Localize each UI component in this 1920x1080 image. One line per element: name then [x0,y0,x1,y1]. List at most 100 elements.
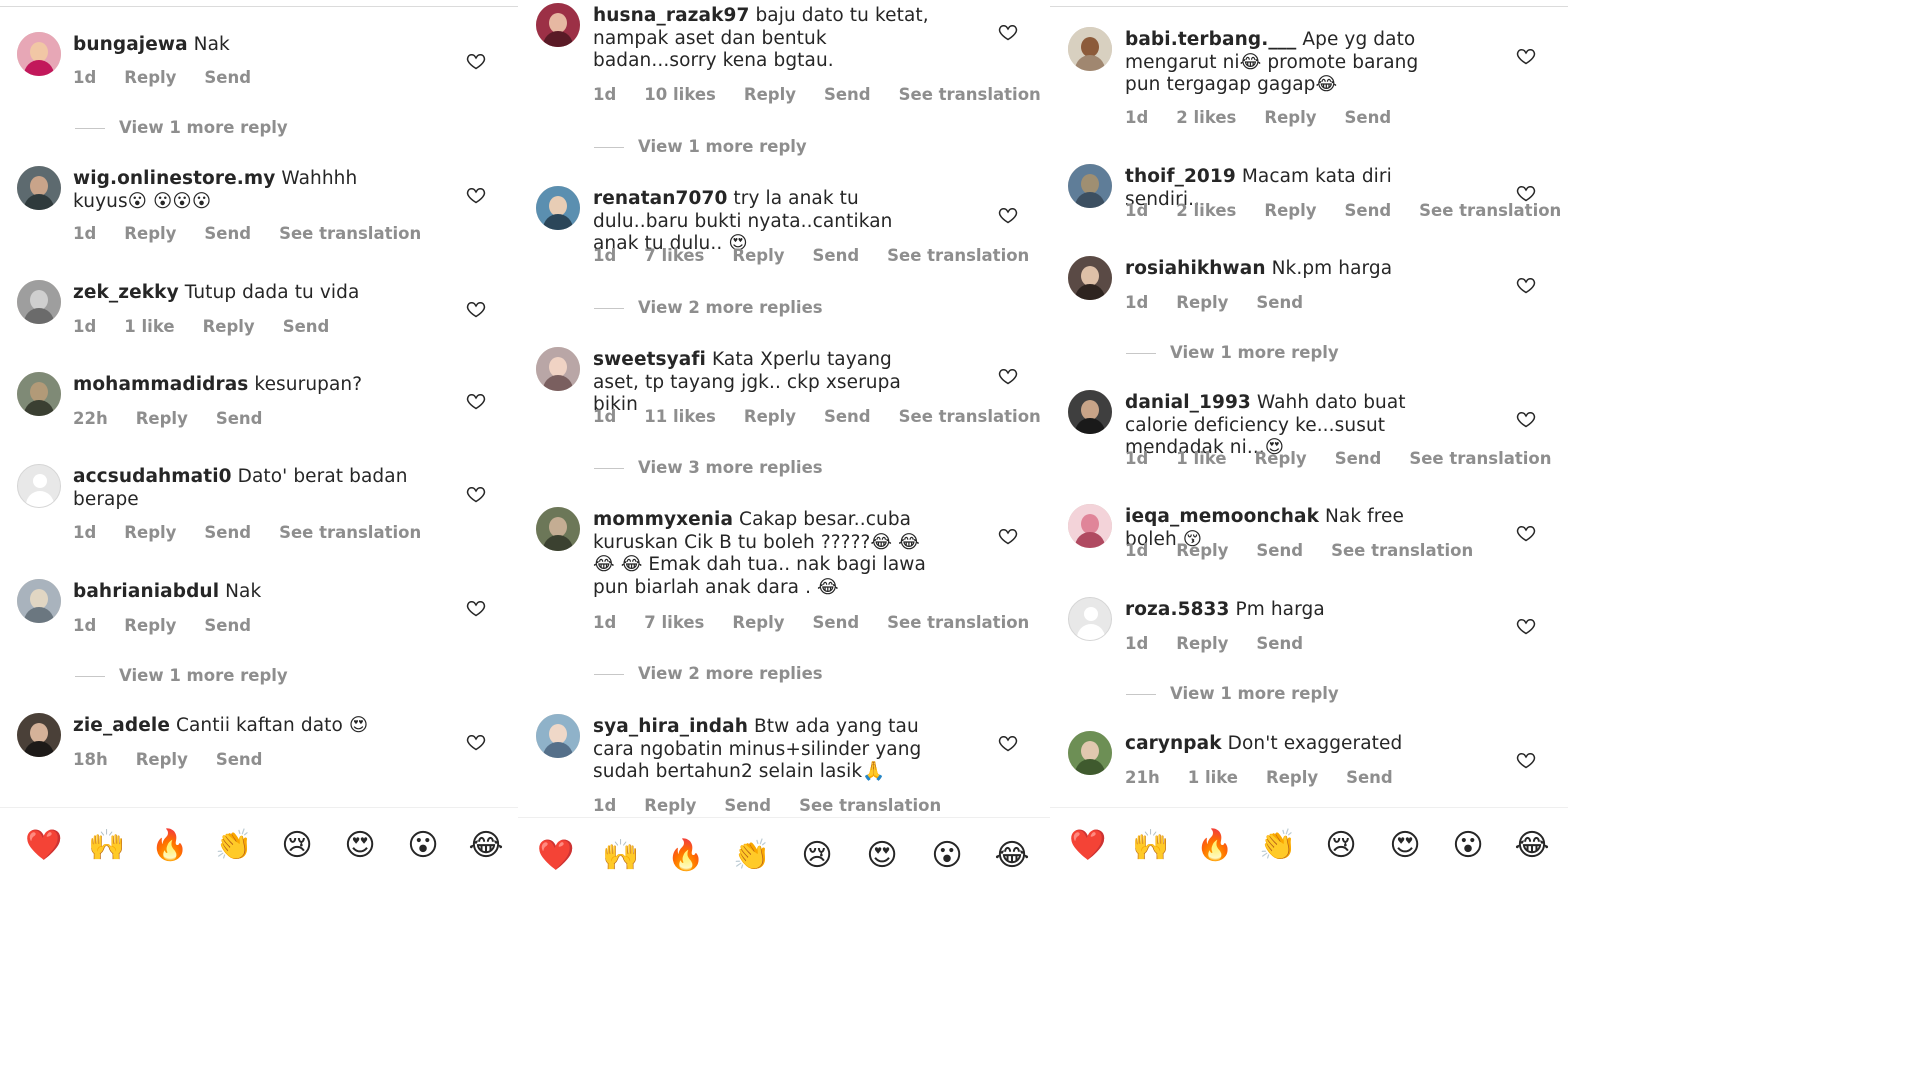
see-translation-button[interactable]: See translation [279,523,421,542]
avatar[interactable] [17,166,61,210]
like-heart-icon[interactable] [1516,275,1536,295]
see-translation-button[interactable]: See translation [1419,201,1561,220]
raised-hands-emoji[interactable]: 🙌 [87,828,127,864]
see-translation-button[interactable]: See translation [887,613,1029,632]
fire-emoji[interactable]: 🔥 [1195,828,1235,864]
like-heart-icon[interactable] [998,22,1018,42]
reply-button[interactable]: Reply [744,407,796,426]
comment-username[interactable]: mommyxenia [593,509,733,530]
reply-button[interactable]: Reply [1264,108,1316,127]
like-heart-icon[interactable] [466,732,486,752]
send-button[interactable]: Send [824,407,871,426]
comment-username[interactable]: bahrianiabdul [73,581,219,602]
comment-username[interactable]: bungajewa [73,34,188,55]
send-button[interactable]: Send [724,796,771,815]
like-heart-icon[interactable] [466,391,486,411]
comment-username[interactable]: zie_adele [73,715,170,736]
raised-hands-emoji[interactable]: 🙌 [601,838,641,874]
view-more-replies-button[interactable]: View 3 more replies [594,458,823,477]
reply-button[interactable]: Reply [203,317,255,336]
comment-username[interactable]: rosiahikhwan [1125,258,1266,279]
like-heart-icon[interactable] [998,526,1018,546]
view-more-replies-button[interactable]: View 2 more replies [594,298,823,317]
laughing-emoji[interactable]: 😂 [992,838,1032,874]
crying-emoji[interactable]: 😢 [277,828,317,864]
reply-button[interactable]: Reply [1255,449,1307,468]
raised-hands-emoji[interactable]: 🙌 [1131,828,1171,864]
like-heart-icon[interactable] [1516,46,1536,66]
avatar[interactable] [536,3,580,47]
surprised-emoji[interactable]: 😮 [927,838,967,874]
send-button[interactable]: Send [216,750,263,769]
send-button[interactable]: Send [1335,449,1382,468]
avatar[interactable] [17,464,61,508]
likes-count[interactable]: 7 likes [644,613,704,632]
comment-username[interactable]: renatan7070 [593,188,727,209]
reply-button[interactable]: Reply [1176,541,1228,560]
send-button[interactable]: Send [204,68,251,87]
clapping-emoji[interactable]: 👏 [1258,828,1298,864]
comment-username[interactable]: carynpak [1125,733,1222,754]
view-more-replies-button[interactable]: View 1 more reply [594,137,807,156]
send-button[interactable]: Send [813,246,860,265]
see-translation-button[interactable]: See translation [899,85,1041,104]
reply-button[interactable]: Reply [732,246,784,265]
avatar[interactable] [536,347,580,391]
heart-eyes-emoji[interactable]: 😍 [1385,828,1425,864]
fire-emoji[interactable]: 🔥 [150,828,190,864]
clapping-emoji[interactable]: 👏 [214,828,254,864]
likes-count[interactable]: 1 like [1176,449,1226,468]
comment-username[interactable]: sya_hira_indah [593,716,748,737]
surprised-emoji[interactable]: 😮 [403,828,443,864]
like-heart-icon[interactable] [998,205,1018,225]
comment-username[interactable]: thoif_2019 [1125,166,1236,187]
comment-username[interactable]: wig.onlinestore.my [73,168,275,189]
likes-count[interactable]: 7 likes [644,246,704,265]
reply-button[interactable]: Reply [124,616,176,635]
likes-count[interactable]: 11 likes [644,407,716,426]
heart-eyes-emoji[interactable]: 😍 [340,828,380,864]
send-button[interactable]: Send [204,224,251,243]
avatar[interactable] [1068,597,1112,641]
likes-count[interactable]: 1 like [124,317,174,336]
heart-emoji[interactable]: ❤️ [1068,828,1108,864]
clapping-emoji[interactable]: 👏 [732,838,772,874]
send-button[interactable]: Send [204,523,251,542]
reply-button[interactable]: Reply [124,224,176,243]
reply-button[interactable]: Reply [1266,768,1318,787]
avatar[interactable] [1068,390,1112,434]
like-heart-icon[interactable] [1516,523,1536,543]
comment-username[interactable]: husna_razak97 [593,5,749,26]
likes-count[interactable]: 10 likes [644,85,716,104]
reply-button[interactable]: Reply [124,523,176,542]
like-heart-icon[interactable] [466,185,486,205]
avatar[interactable] [1068,731,1112,775]
like-heart-icon[interactable] [998,366,1018,386]
see-translation-button[interactable]: See translation [799,796,941,815]
like-heart-icon[interactable] [466,598,486,618]
reply-button[interactable]: Reply [1176,293,1228,312]
heart-eyes-emoji[interactable]: 😍 [862,838,902,874]
avatar[interactable] [1068,504,1112,548]
avatar[interactable] [17,579,61,623]
send-button[interactable]: Send [1256,293,1303,312]
view-more-replies-button[interactable]: View 1 more reply [1126,684,1339,703]
reply-button[interactable]: Reply [732,613,784,632]
send-button[interactable]: Send [1256,634,1303,653]
likes-count[interactable]: 2 likes [1176,108,1236,127]
comment-username[interactable]: ieqa_memoonchak [1125,506,1319,527]
send-button[interactable]: Send [824,85,871,104]
comment-username[interactable]: roza.5833 [1125,599,1230,620]
comment-username[interactable]: mohammadidras [73,374,248,395]
send-button[interactable]: Send [283,317,330,336]
see-translation-button[interactable]: See translation [1409,449,1551,468]
avatar[interactable] [1068,256,1112,300]
avatar[interactable] [17,372,61,416]
send-button[interactable]: Send [1346,768,1393,787]
like-heart-icon[interactable] [1516,750,1536,770]
comment-username[interactable]: zek_zekky [73,282,179,303]
fire-emoji[interactable]: 🔥 [666,838,706,874]
like-heart-icon[interactable] [998,733,1018,753]
view-more-replies-button[interactable]: View 2 more replies [594,664,823,683]
like-heart-icon[interactable] [1516,409,1536,429]
